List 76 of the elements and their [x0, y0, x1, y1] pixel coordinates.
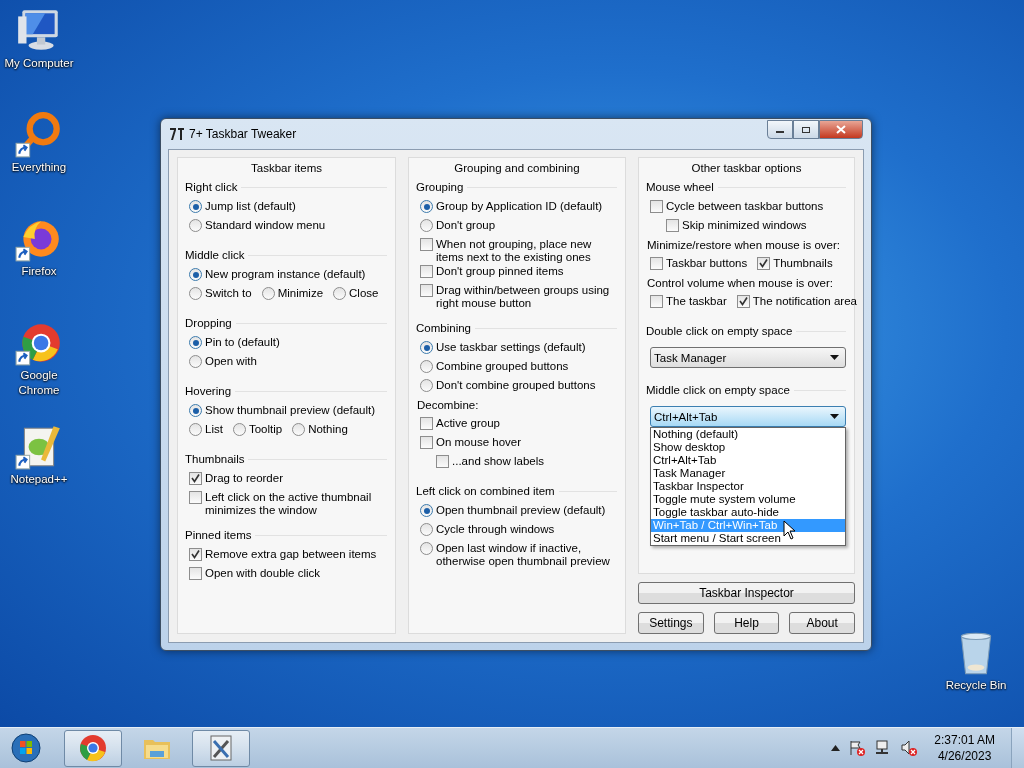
dialog-button[interactable]: Help	[713, 612, 780, 634]
dropdown-option[interactable]: Show desktop	[651, 441, 845, 454]
radio-option[interactable]: Close	[333, 286, 379, 300]
radio-option[interactable]: Don't group	[420, 218, 496, 232]
radio-option[interactable]: Show thumbnail preview (default)	[189, 403, 376, 417]
icon-label: Everything	[11, 160, 67, 175]
icon-label: Firefox	[21, 264, 57, 279]
radio-option[interactable]: Use taskbar settings (default)	[420, 340, 586, 354]
check-option[interactable]: Taskbar buttons	[650, 256, 748, 270]
dropdown-option[interactable]: Toggle taskbar auto-hide	[651, 506, 845, 519]
clock[interactable]: 2:37:01 AM 4/26/2023	[926, 732, 1005, 764]
icon-label: Notepad++	[10, 472, 68, 487]
icon-label: My Computer	[4, 56, 74, 71]
dropdown-option[interactable]: Nothing (default)	[651, 428, 845, 441]
check-option[interactable]: Left click on the active thumbnail minimizes the window	[189, 490, 387, 517]
inspector-button[interactable]: Taskbar Inspector	[638, 582, 855, 604]
group-title: Middle click on empty space	[646, 384, 790, 396]
check-option[interactable]: When not grouping, place new items next to the existing ones	[420, 237, 617, 264]
check-option[interactable]: Don't group pinned items	[420, 264, 564, 278]
group-title: Dropping	[185, 317, 232, 329]
radio-option[interactable]: Open last window if inactive, otherwise open thumbnail preview	[420, 541, 617, 568]
radio-option[interactable]: Cycle through windows	[420, 522, 555, 536]
window-title: 7+ Taskbar Tweaker	[189, 127, 298, 141]
check-option[interactable]: Remove extra gap between items	[189, 547, 377, 561]
icon-label: Recycle Bin	[945, 678, 1007, 693]
radio-option[interactable]: Standard window menu	[189, 218, 326, 232]
group-title: Mouse wheel	[646, 181, 714, 193]
dropdown-option[interactable]: Taskbar Inspector	[651, 480, 845, 493]
check-option[interactable]: Thumbnails	[757, 256, 833, 270]
check-option[interactable]: The taskbar	[650, 294, 727, 308]
radio-option[interactable]: List	[189, 422, 223, 436]
radio-option[interactable]: Tooltip	[232, 422, 283, 436]
dropdown-option[interactable]: Toggle mute system volume	[651, 493, 845, 506]
dropdown[interactable]: Ctrl+Alt+Tab	[650, 406, 846, 427]
group-title: Right click	[185, 181, 238, 193]
radio-option[interactable]: New program instance (default)	[189, 267, 366, 281]
group-title: Pinned items	[185, 529, 252, 541]
check-option[interactable]: Active group	[420, 416, 500, 430]
check-option[interactable]: Skip minimized windows	[666, 218, 807, 232]
group-title: Double click on empty space	[646, 325, 793, 337]
group-title: Combining	[416, 322, 471, 334]
dropdown-option[interactable]: Start menu / Start screen	[651, 532, 845, 545]
group-title: Hovering	[185, 385, 232, 397]
panel-title: Grouping and combining	[454, 162, 580, 174]
check-option[interactable]: The notification area	[736, 294, 857, 308]
option-caption: Control volume when mouse is over:	[647, 276, 833, 290]
radio-option[interactable]: Open with	[189, 354, 257, 368]
check-option[interactable]: Open with double click	[189, 566, 321, 580]
check-option[interactable]: Drag within/between groups using right mouse button	[420, 283, 617, 310]
option-caption: Decombine:	[417, 398, 479, 412]
radio-option[interactable]: Don't combine grouped buttons	[420, 378, 596, 392]
panel-title: Other taskbar options	[691, 162, 802, 174]
check-option[interactable]: Cycle between taskbar buttons	[650, 199, 824, 213]
group-title: Grouping	[416, 181, 464, 193]
radio-option[interactable]: Combine grouped buttons	[420, 359, 569, 373]
group-title: Middle click	[185, 249, 245, 261]
dropdown[interactable]: Task Manager	[650, 347, 846, 368]
check-option[interactable]: ...and show labels	[436, 454, 545, 468]
dialog-button[interactable]: About	[789, 612, 855, 634]
dropdown-option[interactable]: Ctrl+Alt+Tab	[651, 454, 845, 467]
panel-title: Taskbar items	[251, 162, 322, 174]
radio-option[interactable]: Group by Application ID (default)	[420, 199, 603, 213]
dropdown-option[interactable]: Task Manager	[651, 467, 845, 480]
group-title: Left click on combined item	[416, 485, 555, 497]
radio-option[interactable]: Nothing	[292, 422, 348, 436]
radio-option[interactable]: Open thumbnail preview (default)	[420, 503, 606, 517]
group-title: Thumbnails	[185, 453, 245, 465]
check-option[interactable]: Drag to reorder	[189, 471, 283, 485]
radio-option[interactable]: Jump list (default)	[189, 199, 296, 213]
radio-option[interactable]: Switch to	[189, 286, 252, 300]
radio-option[interactable]: Minimize	[261, 286, 324, 300]
option-caption: Minimize/restore when mouse is over:	[647, 238, 840, 252]
radio-option[interactable]: Pin to (default)	[189, 335, 280, 349]
icon-label: Google Chrome	[17, 368, 61, 398]
check-option[interactable]: On mouse hover	[420, 435, 521, 449]
dialog-button[interactable]: Settings	[638, 612, 704, 634]
